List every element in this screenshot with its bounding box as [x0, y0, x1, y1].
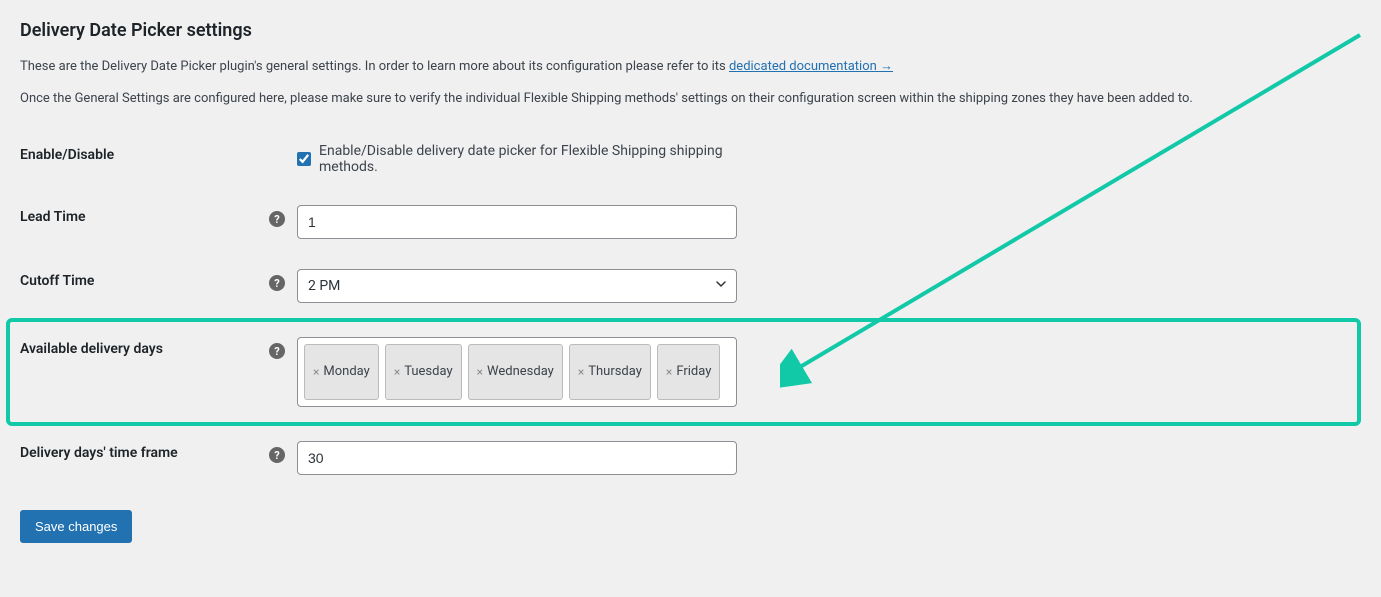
tag-label: Thursday	[588, 364, 642, 380]
tag-friday[interactable]: × Friday	[657, 344, 720, 400]
row-lead-time: Lead Time ?	[20, 190, 1361, 254]
tag-label: Friday	[676, 364, 711, 380]
help-icon[interactable]: ?	[269, 343, 285, 359]
row-available-days: Available delivery days ? × Monday × Tue…	[6, 318, 1361, 426]
tag-label: Tuesday	[404, 364, 452, 380]
save-button[interactable]: Save changes	[20, 510, 132, 543]
help-icon[interactable]: ?	[269, 447, 285, 463]
tag-wednesday[interactable]: × Wednesday	[468, 344, 563, 400]
close-icon[interactable]: ×	[313, 365, 319, 379]
tag-label: Wednesday	[487, 364, 554, 380]
settings-form: Enable/Disable Enable/Disable delivery d…	[20, 128, 1361, 490]
close-icon[interactable]: ×	[394, 365, 400, 379]
close-icon[interactable]: ×	[578, 365, 584, 379]
label-enable-disable: Enable/Disable	[20, 143, 267, 163]
label-time-frame: Delivery days' time frame	[20, 441, 267, 461]
tag-tuesday[interactable]: × Tuesday	[385, 344, 462, 400]
intro-text-2: Once the General Settings are configured…	[20, 89, 1361, 109]
close-icon[interactable]: ×	[666, 365, 672, 379]
enable-checkbox-label: Enable/Disable delivery date picker for …	[319, 143, 727, 175]
tag-monday[interactable]: × Monday	[304, 344, 379, 400]
tag-thursday[interactable]: × Thursday	[569, 344, 651, 400]
intro-prefix: These are the Delivery Date Picker plugi…	[20, 59, 729, 74]
label-lead-time: Lead Time	[20, 205, 267, 225]
cutoff-time-select[interactable]: 2 PM	[297, 269, 737, 303]
close-icon[interactable]: ×	[477, 365, 483, 379]
lead-time-input[interactable]	[297, 205, 737, 239]
label-available-days: Available delivery days	[20, 337, 267, 357]
row-cutoff-time: Cutoff Time ? 2 PM	[20, 254, 1361, 318]
available-days-multiselect[interactable]: × Monday × Tuesday × Wednesday × Thursda…	[297, 337, 737, 407]
tag-label: Monday	[323, 364, 369, 380]
help-icon[interactable]: ?	[269, 275, 285, 291]
row-enable-disable: Enable/Disable Enable/Disable delivery d…	[20, 128, 1361, 190]
doc-link[interactable]: dedicated documentation →	[729, 59, 893, 74]
intro-text-1: These are the Delivery Date Picker plugi…	[20, 57, 1361, 77]
enable-checkbox[interactable]	[297, 151, 311, 167]
row-time-frame: Delivery days' time frame ?	[20, 426, 1361, 490]
time-frame-input[interactable]	[297, 441, 737, 475]
help-icon[interactable]: ?	[269, 211, 285, 227]
page-title: Delivery Date Picker settings	[20, 20, 1361, 41]
label-cutoff-time: Cutoff Time	[20, 269, 267, 289]
